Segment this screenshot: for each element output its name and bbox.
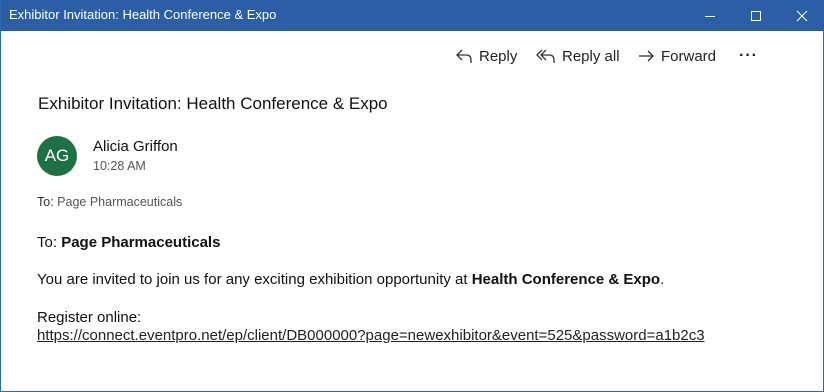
register-label: Register online: — [37, 309, 142, 326]
reply-all-button[interactable]: Reply all — [536, 43, 620, 69]
close-icon — [796, 10, 808, 21]
more-icon: ··· — [739, 47, 758, 64]
window-title: Exhibitor Invitation: Health Conference … — [9, 7, 277, 22]
avatar-initials: AG — [44, 146, 70, 165]
reply-label: Reply — [479, 47, 518, 65]
avatar[interactable]: AG — [37, 136, 77, 176]
minimize-icon — [705, 15, 715, 17]
forward-button[interactable]: Forward — [637, 43, 716, 69]
body-to-name: Page Pharmaceuticals — [61, 234, 221, 251]
title-bar[interactable]: Exhibitor Invitation: Health Conference … — [1, 0, 824, 31]
event-name: Health Conference & Expo — [471, 271, 661, 288]
to-prefix: To: — [37, 195, 54, 209]
body-to-line: To: Page Pharmaceuticals — [37, 234, 220, 251]
message-time: 10:28 AM — [93, 159, 146, 173]
maximize-icon — [751, 10, 761, 21]
recipient-line: To: Page Pharmaceuticals — [37, 195, 182, 209]
more-actions-button[interactable]: ··· — [739, 43, 758, 69]
sender-name[interactable]: Alicia Griffon — [93, 138, 178, 155]
invite-paragraph: You are invited to join us for any excit… — [37, 271, 664, 288]
minimize-button[interactable] — [687, 0, 733, 31]
reply-icon — [456, 49, 472, 63]
invite-text: You are invited to join us for any excit… — [37, 271, 468, 288]
body-to-prefix: To: — [37, 234, 58, 251]
mail-window: Exhibitor Invitation: Health Conference … — [0, 0, 824, 392]
maximize-button[interactable] — [733, 0, 779, 31]
register-link[interactable]: https://connect.eventpro.net/ep/client/D… — [37, 327, 705, 344]
reply-all-label: Reply all — [562, 47, 620, 65]
forward-label: Forward — [661, 47, 717, 65]
forward-icon — [639, 50, 654, 62]
reply-button[interactable]: Reply — [455, 43, 517, 69]
message-subject: Exhibitor Invitation: Health Conference … — [38, 94, 388, 113]
recipient-name[interactable]: Page Pharmaceuticals — [57, 195, 182, 209]
close-button[interactable] — [779, 0, 824, 31]
reply-all-icon — [536, 49, 555, 63]
invite-end: . — [660, 271, 665, 288]
